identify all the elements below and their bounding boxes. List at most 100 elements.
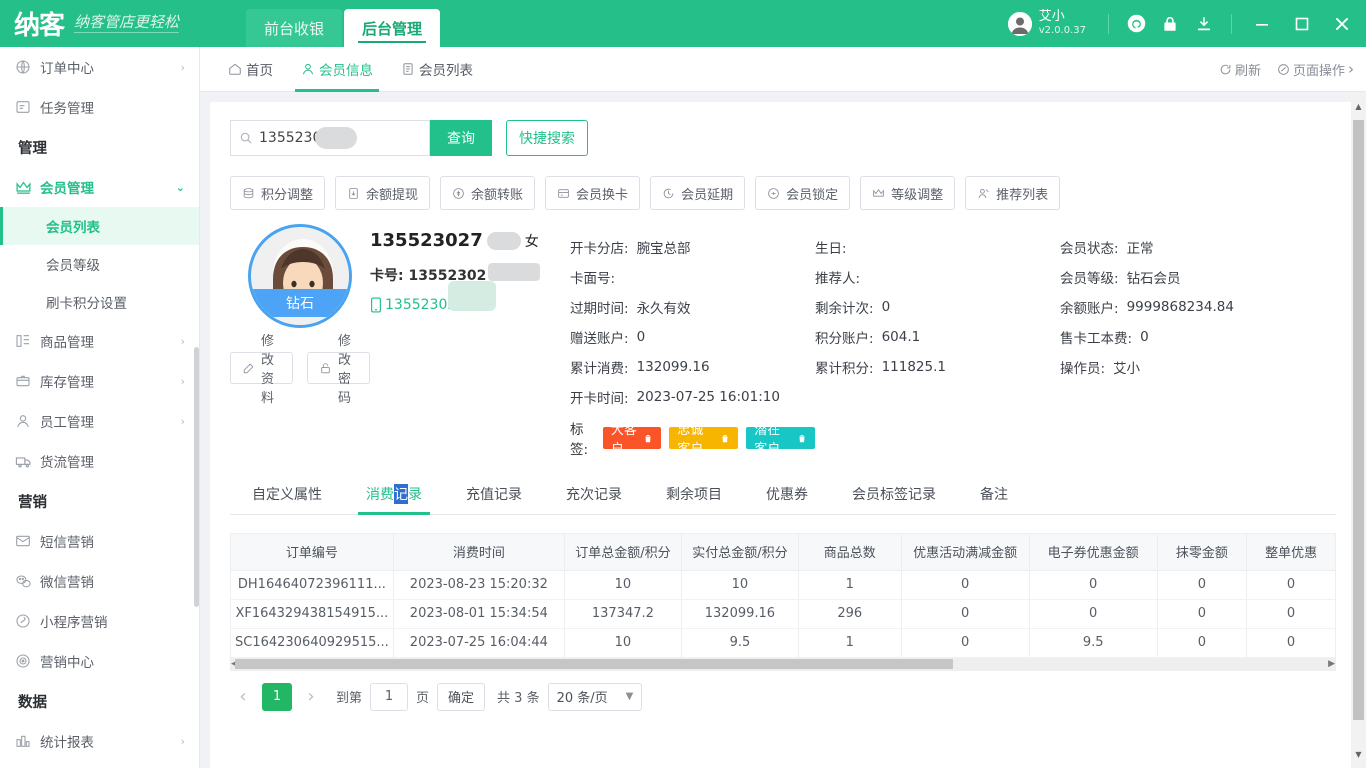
goto-page-input[interactable] [370,683,408,711]
next-page-button[interactable]: › [300,684,322,710]
balance-withdraw-button[interactable]: 余额提现 [335,176,430,210]
sidebar-item-miniprogram-marketing[interactable]: 小程序营销 [0,601,199,641]
sidebar-item-member-management[interactable]: 会员管理 ⌄ [0,167,199,207]
close-icon[interactable] [1322,4,1362,44]
tab-remaining-items[interactable]: 剩余项目 [644,474,744,514]
tab-frontdesk-cashier[interactable]: 前台收银 [246,9,342,47]
col-consume-time[interactable]: 消费时间 [393,534,564,570]
cell: 1 [798,570,901,599]
page-tab-member-info[interactable]: 会员信息 [287,47,387,92]
sidebar-sub-label: 刷卡积分设置 [46,292,127,312]
sidebar-item-marketing-center[interactable]: 营销中心 [0,641,199,681]
tab-count-recharge-records[interactable]: 充次记录 [544,474,644,514]
content-vertical-scrollbar[interactable]: ▲ ▼ [1351,92,1366,768]
cell: 0 [901,570,1029,599]
col-promo-discount[interactable]: 优惠活动满减金额 [901,534,1029,570]
level-adjust-button[interactable]: 等级调整 [860,176,955,210]
hscroll-thumb[interactable] [235,659,953,669]
vscroll-thumb[interactable] [1353,120,1364,720]
member-extend-button[interactable]: 会员延期 [650,176,745,210]
tag-loyal-customer[interactable]: 忠诚客户 [669,427,738,449]
download-icon[interactable] [1187,7,1221,41]
lock-icon[interactable] [1153,7,1187,41]
edit-password-button[interactable]: 修改密码 [307,352,370,384]
titlebar-right: 艾小 v2.0.0.37 [1008,0,1366,47]
col-whole-order-discount[interactable]: 整单优惠 [1247,534,1335,570]
search-field[interactable] [230,120,430,156]
page-number-1[interactable]: 1 [262,683,292,711]
page-tab-bar: 首页 会员信息 会员列表 刷新 页面操作 › [200,47,1366,92]
sidebar-item-statistics-report[interactable]: 统计报表 › [0,721,199,761]
trash-icon[interactable] [643,433,653,444]
scroll-right-arrow-icon[interactable]: ▶ [1328,659,1335,669]
sidebar-item-goods-management[interactable]: 商品管理 › [0,321,199,361]
table-row[interactable]: DH16464072396111... 2023-08-23 15:20:32 … [231,570,1335,599]
user-profile[interactable]: 艾小 v2.0.0.37 [1008,10,1098,36]
sidebar-item-card-points-setting[interactable]: 刷卡积分设置 [0,283,199,321]
col-paid-amount[interactable]: 实付总金额/积分 [681,534,798,570]
tab-coupons[interactable]: 优惠券 [744,474,830,514]
col-order-no[interactable]: 订单编号 [231,534,393,570]
detail-value: 腕宝总部 [637,237,691,257]
member-lock-button[interactable]: 会员锁定 [755,176,850,210]
col-evoucher-discount[interactable]: 电子券优惠金额 [1029,534,1157,570]
tab-member-tag-records[interactable]: 会员标签记录 [830,474,958,514]
sidebar-item-member-level[interactable]: 会员等级 [0,245,199,283]
balance-transfer-button[interactable]: 余额转账 [440,176,535,210]
col-order-amount[interactable]: 订单总金额/积分 [564,534,681,570]
sidebar-item-wechat-marketing[interactable]: 微信营销 [0,561,199,601]
tag-potential-customer[interactable]: 潜在客户 [746,427,815,449]
crown-icon [14,178,32,196]
refresh-button[interactable]: 刷新 [1219,60,1261,79]
member-info-block: 钻石 修改资料 修改密码 [210,210,1356,458]
sidebar-item-order-center[interactable]: 订单中心 › [0,47,199,87]
table-horizontal-scrollbar[interactable]: ◀ ▶ [231,658,1335,670]
chevron-right-icon: › [181,375,185,388]
page-operations-button[interactable]: 页面操作 › [1277,60,1354,79]
minimize-icon[interactable] [1242,4,1282,44]
sidebar-scroll-thumb[interactable] [194,347,199,607]
confirm-page-button[interactable]: 确定 [437,683,485,711]
detail-value: 604.1 [882,329,921,345]
maximize-icon[interactable] [1282,4,1322,44]
tab-remarks[interactable]: 备注 [958,474,1030,514]
trash-icon[interactable] [720,433,730,444]
col-goods-count[interactable]: 商品总数 [798,534,901,570]
cell: 0 [1247,570,1335,599]
table-row[interactable]: SC164230640929515... 2023-07-25 16:04:44… [231,628,1335,657]
headset-icon[interactable] [1119,7,1153,41]
tab-backend-management[interactable]: 后台管理 [344,9,440,47]
page-tab-home[interactable]: 首页 [214,47,287,92]
page-size-select[interactable]: 20 条/页 ▼ [548,683,643,711]
col-round-off[interactable]: 抹零金额 [1157,534,1246,570]
trash-icon[interactable] [797,433,807,444]
points-adjust-button[interactable]: 积分调整 [230,176,325,210]
referral-list-button[interactable]: 推荐列表 [965,176,1060,210]
confirm-label: 确定 [448,687,474,706]
sidebar-scrollbar[interactable] [193,47,199,768]
redaction-overlay [448,281,496,311]
tab-consumption-records[interactable]: 消费记录 [344,474,444,514]
table-row[interactable]: XF164329438154915... 2023-08-01 15:34:54… [231,599,1335,628]
tab-custom-attributes[interactable]: 自定义属性 [230,474,344,514]
sidebar-item-logistics-management[interactable]: 货流管理 [0,441,199,481]
sidebar-item-sms-marketing[interactable]: 短信营销 [0,521,199,561]
scroll-up-arrow-icon[interactable]: ▲ [1351,98,1366,114]
prev-page-button[interactable]: ‹ [232,684,254,710]
detail-value: 2023-07-25 16:01:10 [637,389,780,405]
tab-recharge-records[interactable]: 充值记录 [444,474,544,514]
page-tab-member-list[interactable]: 会员列表 [387,47,487,92]
member-card-swap-button[interactable]: 会员换卡 [545,176,640,210]
scroll-down-arrow-icon[interactable]: ▼ [1351,746,1366,762]
cell: 9.5 [681,628,798,657]
sidebar-group-marketing: 营销 [0,481,199,521]
tag-big-customer[interactable]: 大客户 [603,427,662,449]
sidebar-item-inventory-management[interactable]: 库存管理 › [0,361,199,401]
detail-label: 累计消费: [570,357,629,377]
quick-search-button[interactable]: 快捷搜索 [506,120,588,156]
sidebar-item-task-management[interactable]: 任务管理 [0,87,199,127]
sidebar-item-staff-management[interactable]: 员工管理 › [0,401,199,441]
query-button[interactable]: 查询 [430,120,492,156]
edit-profile-button[interactable]: 修改资料 [230,352,293,384]
sidebar-item-member-list[interactable]: 会员列表 [0,207,199,245]
